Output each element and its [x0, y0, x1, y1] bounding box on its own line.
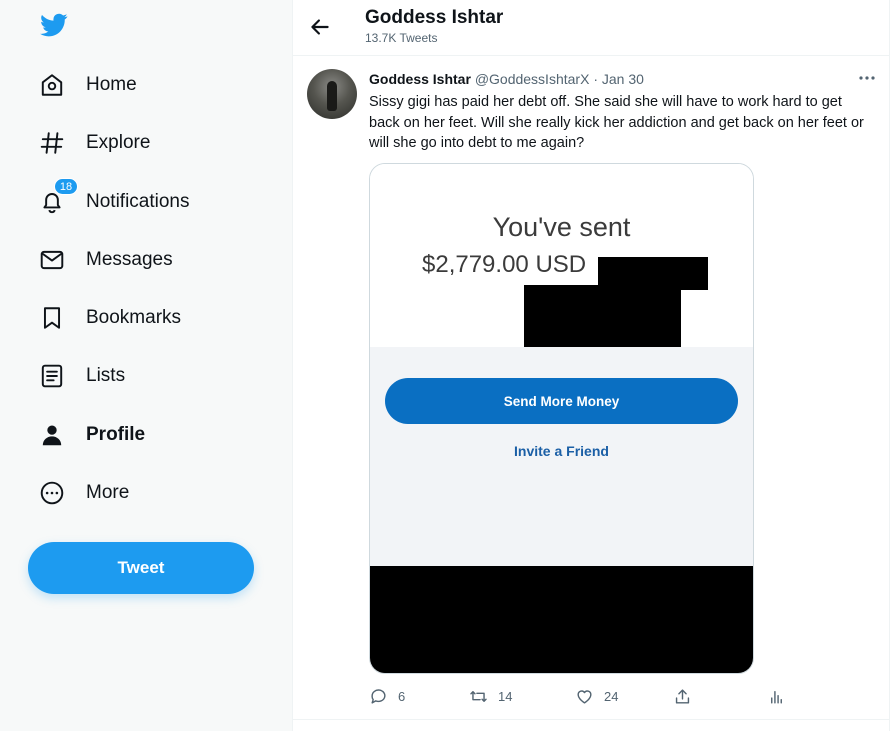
nav-lists-label: Lists — [86, 365, 126, 386]
bell-icon: 18 — [38, 178, 78, 216]
retweet-button[interactable]: 14 — [469, 684, 512, 708]
hashtag-icon — [38, 129, 66, 157]
author-handle[interactable]: @GoddessIshtarX — [475, 71, 590, 87]
share-button[interactable] — [673, 684, 692, 708]
more-circle-icon — [38, 479, 66, 507]
nav-messages-label: Messages — [86, 249, 173, 270]
nav-notifications[interactable]: 18 Notifications — [28, 177, 268, 227]
tweet-text: Sissy gigi has paid her debt off. She sa… — [369, 94, 864, 151]
like-count: 24 — [604, 688, 619, 704]
tweet-media-image[interactable]: You've sent $2,779.00 USD Send More Mone… — [369, 163, 754, 674]
tweet-count: 13.7K Tweets — [365, 31, 438, 45]
list-icon — [38, 362, 66, 390]
redaction-box — [370, 566, 753, 673]
tweet-meta: Goddess Ishtar @GoddessIshtarX · Jan 30 — [369, 71, 644, 87]
payment-confirmation: You've sent $2,779.00 USD — [370, 164, 753, 347]
sent-amount: $2,779.00 USD — [422, 251, 587, 278]
send-more-money-button: Send More Money — [385, 378, 738, 424]
like-button[interactable]: 24 — [575, 684, 618, 708]
retweet-icon — [470, 690, 487, 702]
tweet-date[interactable]: Jan 30 — [602, 71, 644, 87]
nav-home[interactable]: Home — [28, 60, 268, 110]
nav-profile-label: Profile — [86, 424, 146, 445]
nav-messages[interactable]: Messages — [28, 235, 268, 285]
meta-separator: · — [593, 71, 598, 87]
bookmark-icon — [38, 304, 66, 332]
heart-icon — [577, 689, 592, 704]
person-icon — [38, 421, 66, 449]
nav-explore-label: Explore — [86, 132, 151, 153]
analytics-button[interactable] — [767, 684, 786, 708]
invite-friend-link: Invite a Friend — [514, 443, 609, 459]
payment-actions: Send More Money Invite a Friend — [370, 347, 753, 673]
nav-more[interactable]: More — [28, 468, 268, 518]
sidebar: Home Explore 18 Notifications Messages B… — [0, 0, 292, 731]
reply-button[interactable]: 6 — [369, 684, 405, 708]
nav-more-label: More — [86, 482, 130, 503]
nav-bookmarks[interactable]: Bookmarks — [28, 293, 268, 343]
tweet-article[interactable]: Goddess Ishtar @GoddessIshtarX · Jan 30 … — [293, 56, 889, 720]
share-icon — [675, 688, 690, 704]
nav-home-label: Home — [86, 74, 137, 95]
reply-count: 6 — [398, 688, 406, 704]
avatar-figure — [327, 81, 337, 111]
back-arrow-icon[interactable] — [307, 14, 333, 40]
reply-icon — [371, 688, 386, 704]
nav-notifications-label: Notifications — [86, 191, 190, 212]
tweet-actions: 6 14 24 — [369, 684, 789, 710]
sent-title: You've sent — [492, 212, 631, 242]
page-title: Goddess Ishtar — [365, 7, 504, 28]
more-options-icon[interactable] — [857, 70, 877, 86]
nav-explore[interactable]: Explore — [28, 118, 268, 168]
redaction-box — [524, 285, 681, 347]
home-icon — [38, 71, 66, 99]
nav-profile[interactable]: Profile — [28, 410, 268, 460]
retweet-count: 14 — [498, 688, 513, 704]
main-column: Goddess Ishtar 13.7K Tweets Goddess Isht… — [292, 0, 890, 731]
profile-header: Goddess Ishtar 13.7K Tweets — [293, 0, 889, 56]
notifications-badge: 18 — [54, 178, 78, 195]
twitter-logo-icon[interactable] — [38, 11, 70, 39]
nav-lists[interactable]: Lists — [28, 351, 268, 401]
author-name[interactable]: Goddess Ishtar — [369, 71, 471, 87]
analytics-icon — [771, 690, 782, 704]
avatar[interactable] — [307, 69, 357, 119]
envelope-icon — [38, 246, 66, 274]
tweet-button[interactable]: Tweet — [28, 542, 254, 594]
nav-bookmarks-label: Bookmarks — [86, 307, 182, 328]
